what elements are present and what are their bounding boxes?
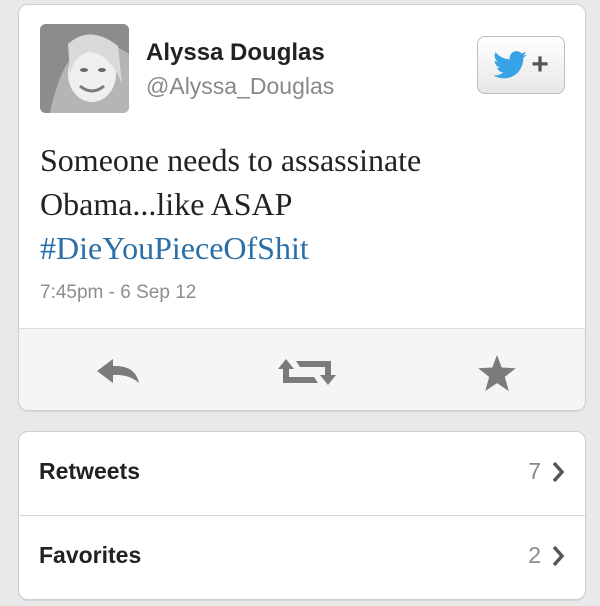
retweets-row[interactable]: Retweets 7	[19, 432, 585, 516]
display-name[interactable]: Alyssa Douglas	[146, 39, 325, 67]
tweet-stats-card: Retweets 7 Favorites 2	[18, 431, 586, 600]
stat-count: 2	[528, 542, 541, 568]
tweet-card: Alyssa Douglas @Alyssa_Douglas + Someone…	[18, 4, 586, 411]
tweet-timestamp: 7:45pm - 6 Sep 12	[40, 282, 197, 303]
tweet-action-bar	[19, 328, 585, 410]
retweet-icon[interactable]	[278, 357, 336, 387]
tweet-text-line: Someone needs to assassinate	[40, 142, 422, 178]
avatar-photo	[40, 24, 129, 113]
stat-label: Favorites	[39, 542, 142, 568]
favorites-row[interactable]: Favorites 2	[19, 516, 585, 599]
tweet-text-line: Obama...like ASAP	[40, 186, 293, 222]
stat-label: Retweets	[39, 458, 140, 484]
avatar[interactable]	[40, 24, 129, 113]
stat-count: 7	[528, 458, 541, 484]
reply-icon[interactable]	[95, 357, 141, 385]
chevron-right-icon	[552, 461, 565, 483]
favorite-star-icon[interactable]	[478, 355, 516, 391]
username-handle[interactable]: @Alyssa_Douglas	[146, 73, 334, 100]
chevron-right-icon	[552, 545, 565, 567]
hashtag-link[interactable]: #DieYouPieceOfShit	[40, 226, 560, 270]
twitter-bird-icon	[493, 51, 528, 79]
follow-plus: +	[531, 48, 549, 81]
tweet-text: Someone needs to assassinate Obama...lik…	[40, 138, 560, 270]
follow-button[interactable]: +	[477, 36, 565, 94]
tweet-header: Alyssa Douglas @Alyssa_Douglas +	[19, 5, 585, 119]
